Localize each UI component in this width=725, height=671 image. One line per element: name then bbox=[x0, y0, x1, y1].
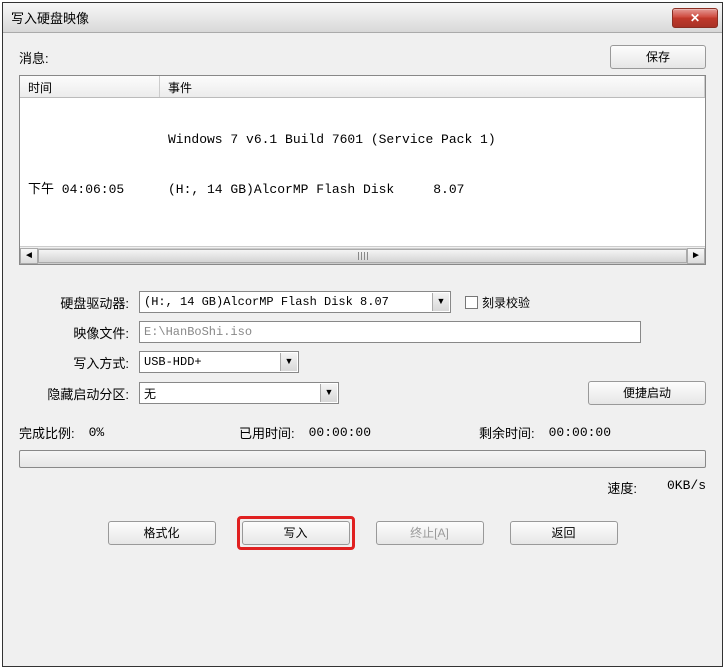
drive-label: 硬盘驱动器: bbox=[19, 293, 139, 312]
log-event: Windows 7 v6.1 Build 7601 (Service Pack … bbox=[168, 130, 697, 150]
col-time-header[interactable]: 时间 bbox=[20, 76, 160, 97]
scroll-thumb[interactable] bbox=[38, 249, 687, 263]
back-button[interactable]: 返回 bbox=[510, 521, 618, 545]
remain-value: 00:00:00 bbox=[549, 425, 611, 440]
log-row: Windows 7 v6.1 Build 7601 (Service Pack … bbox=[20, 130, 705, 150]
write-mode-label: 写入方式: bbox=[19, 353, 139, 372]
checkbox-box bbox=[465, 296, 478, 309]
scroll-track[interactable] bbox=[38, 248, 687, 264]
progress-bar bbox=[19, 450, 706, 468]
verify-label: 刻录校验 bbox=[482, 294, 530, 311]
titlebar: 写入硬盘映像 ✕ bbox=[3, 3, 722, 33]
speed-label: 速度: bbox=[607, 478, 637, 497]
hide-boot-select[interactable]: 无 ▼ bbox=[139, 382, 339, 404]
abort-button: 终止[A] bbox=[376, 521, 484, 545]
scroll-right-arrow[interactable]: ► bbox=[687, 248, 705, 264]
drive-select[interactable]: (H:, 14 GB)AlcorMP Flash Disk 8.07 ▼ bbox=[139, 291, 451, 313]
elapsed-label: 已用时间: bbox=[239, 423, 295, 442]
hide-boot-label: 隐藏启动分区: bbox=[19, 384, 139, 403]
elapsed-value: 00:00:00 bbox=[309, 425, 371, 440]
format-button[interactable]: 格式化 bbox=[108, 521, 216, 545]
log-header: 时间 事件 bbox=[20, 76, 705, 98]
chevron-down-icon: ▼ bbox=[320, 384, 337, 402]
image-value: E:\HanBoShi.iso bbox=[144, 325, 252, 339]
done-value: 0% bbox=[89, 425, 105, 440]
log-row: 下午 04:06:05 (H:, 14 GB)AlcorMP Flash Dis… bbox=[20, 180, 705, 200]
drive-value: (H:, 14 GB)AlcorMP Flash Disk 8.07 bbox=[144, 295, 389, 309]
log-time bbox=[28, 130, 168, 150]
image-label: 映像文件: bbox=[19, 323, 139, 342]
close-button[interactable]: ✕ bbox=[672, 8, 718, 28]
verify-checkbox[interactable]: 刻录校验 bbox=[465, 294, 530, 311]
image-file-input[interactable]: E:\HanBoShi.iso bbox=[139, 321, 641, 343]
speed-value: 0KB/s bbox=[667, 478, 706, 497]
window-title: 写入硬盘映像 bbox=[11, 8, 672, 27]
action-buttons: 格式化 写入 终止[A] 返回 bbox=[19, 521, 706, 545]
write-mode-select[interactable]: USB-HDD+ ▼ bbox=[139, 351, 299, 373]
content-area: 消息: 保存 时间 事件 Windows 7 v6.1 Build 7601 (… bbox=[3, 33, 722, 666]
quick-boot-button[interactable]: 便捷启动 bbox=[588, 381, 706, 405]
chevron-down-icon: ▼ bbox=[432, 293, 449, 311]
dialog-window: 写入硬盘映像 ✕ 消息: 保存 时间 事件 Windows 7 v6.1 Bui… bbox=[2, 2, 723, 667]
col-event-header[interactable]: 事件 bbox=[160, 76, 705, 97]
write-button[interactable]: 写入 bbox=[242, 521, 350, 545]
write-mode-value: USB-HDD+ bbox=[144, 355, 202, 369]
log-body: Windows 7 v6.1 Build 7601 (Service Pack … bbox=[20, 98, 705, 246]
form-area: 硬盘驱动器: (H:, 14 GB)AlcorMP Flash Disk 8.0… bbox=[19, 283, 706, 545]
remain-label: 剩余时间: bbox=[479, 423, 535, 442]
log-list: 时间 事件 Windows 7 v6.1 Build 7601 (Service… bbox=[19, 75, 706, 265]
horizontal-scrollbar[interactable]: ◄ ► bbox=[20, 246, 705, 264]
hide-boot-value: 无 bbox=[144, 385, 156, 402]
scroll-left-arrow[interactable]: ◄ bbox=[20, 248, 38, 264]
log-time: 下午 04:06:05 bbox=[28, 180, 168, 200]
log-event: (H:, 14 GB)AlcorMP Flash Disk 8.07 bbox=[168, 180, 697, 200]
save-button[interactable]: 保存 bbox=[610, 45, 706, 69]
done-label: 完成比例: bbox=[19, 423, 75, 442]
chevron-down-icon: ▼ bbox=[280, 353, 297, 371]
write-highlight: 写入 bbox=[237, 516, 355, 550]
messages-label: 消息: bbox=[19, 48, 610, 67]
